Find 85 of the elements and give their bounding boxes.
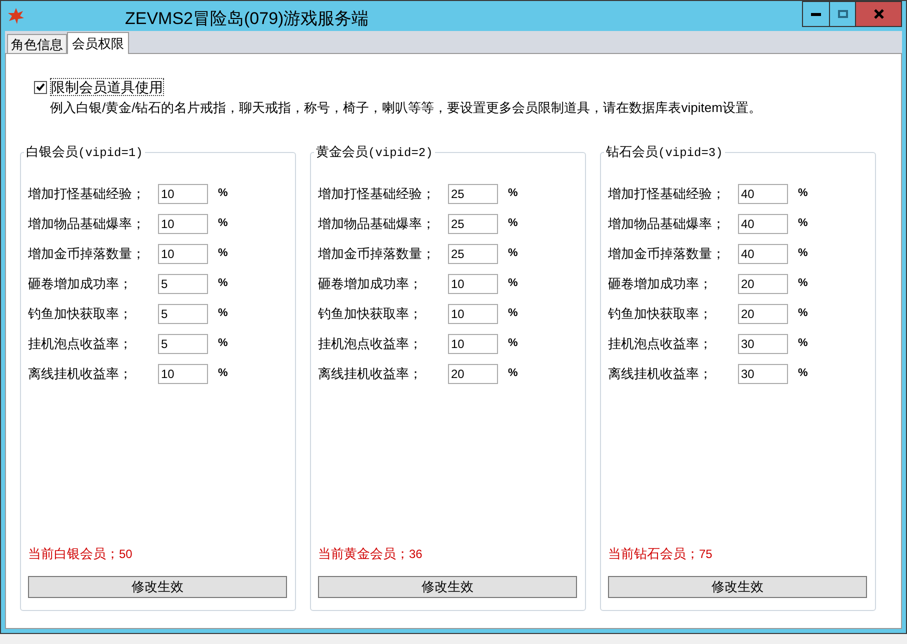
restrict-note: 例入白银/黄金/钻石的名片戒指，聊天戒指，称号，椅子，喇叭等等，要设置更多会员限制道具，请在数据库表vipitem设置。 <box>50 99 762 117</box>
input-field[interactable]: 25 <box>448 184 498 204</box>
apply-button[interactable]: 修改生效 <box>318 576 577 598</box>
field-label: 增加金币掉落数量； <box>608 244 726 263</box>
input-field[interactable]: 5 <box>158 334 208 354</box>
percent-label: % <box>508 306 518 322</box>
percent-label: % <box>218 366 228 382</box>
window-title: ZEVMS2冒险岛(079)游戏服务端 <box>125 8 369 30</box>
percent-label: % <box>218 276 228 292</box>
field-label: 离线挂机收益率； <box>608 364 713 383</box>
input-field[interactable]: 20 <box>738 274 788 294</box>
percent-label: % <box>218 246 228 262</box>
group-title: 钻石会员 <box>604 142 658 160</box>
percent-label: % <box>508 246 518 262</box>
group-title: 黄金会员 <box>314 142 368 160</box>
input-field[interactable]: 10 <box>158 184 208 204</box>
count-label: 当前黄金会员； <box>318 545 409 563</box>
percent-label: % <box>218 216 228 232</box>
percent-label: % <box>798 366 808 382</box>
apply-button[interactable]: 修改生效 <box>608 576 867 598</box>
input-field[interactable]: 10 <box>158 364 208 384</box>
percent-label: % <box>508 186 518 202</box>
field-label: 挂机泡点收益率； <box>608 334 713 353</box>
input-field[interactable]: 30 <box>738 364 788 384</box>
input-field[interactable]: 40 <box>738 244 788 264</box>
percent-label: % <box>798 186 808 202</box>
percent-label: % <box>508 216 518 232</box>
field-label: 增加物品基础爆率； <box>28 214 146 233</box>
percent-label: % <box>218 186 228 202</box>
field-label: 离线挂机收益率； <box>318 364 423 383</box>
input-field[interactable]: 5 <box>158 304 208 324</box>
count-value: 75 <box>699 546 712 563</box>
count-value: 36 <box>409 546 422 563</box>
percent-label: % <box>508 276 518 292</box>
group-title: 白银会员 <box>24 142 78 160</box>
input-field[interactable]: 10 <box>158 214 208 234</box>
input-field[interactable]: 30 <box>738 334 788 354</box>
input-field[interactable]: 5 <box>158 274 208 294</box>
field-label: 砸卷增加成功率； <box>318 274 423 293</box>
field-label: 砸卷增加成功率； <box>28 274 133 293</box>
field-label: 增加打怪基础经验； <box>608 184 726 203</box>
field-label: 增加物品基础爆率； <box>318 214 436 233</box>
field-label: 增加金币掉落数量； <box>28 244 146 263</box>
checkbox[interactable] <box>34 80 47 94</box>
field-label: 增加金币掉落数量； <box>318 244 436 263</box>
input-field[interactable]: 40 <box>738 184 788 204</box>
percent-label: % <box>798 276 808 292</box>
percent-label: % <box>798 216 808 232</box>
tab[interactable]: 会员权限 <box>67 32 129 54</box>
input-field[interactable]: 10 <box>448 274 498 294</box>
field-label: 挂机泡点收益率； <box>318 334 423 353</box>
percent-label: % <box>218 336 228 352</box>
percent-label: % <box>508 366 518 382</box>
field-label: 钓鱼加快获取率； <box>318 304 423 323</box>
check-icon <box>36 83 45 91</box>
percent-label: % <box>508 336 518 352</box>
checkbox-label[interactable]: 限制会员道具使用 <box>50 78 164 96</box>
input-field[interactable]: 10 <box>448 334 498 354</box>
count-label: 当前白银会员； <box>28 545 119 563</box>
field-label: 钓鱼加快获取率； <box>28 304 133 323</box>
tab[interactable]: 角色信息 <box>7 34 67 53</box>
input-field[interactable]: 40 <box>738 214 788 234</box>
input-field[interactable]: 25 <box>448 244 498 264</box>
close-button[interactable] <box>856 1 902 27</box>
field-label: 砸卷增加成功率； <box>608 274 713 293</box>
count-value: 50 <box>119 546 132 563</box>
input-field[interactable]: 20 <box>448 364 498 384</box>
field-label: 增加物品基础爆率； <box>608 214 726 233</box>
input-field[interactable]: 20 <box>738 304 788 324</box>
field-label: 钓鱼加快获取率； <box>608 304 713 323</box>
close-icon <box>874 9 884 19</box>
field-label: 增加打怪基础经验； <box>318 184 436 203</box>
percent-label: % <box>798 336 808 352</box>
field-label: 增加打怪基础经验； <box>28 184 146 203</box>
field-label: 离线挂机收益率； <box>28 364 133 383</box>
percent-label: % <box>218 306 228 322</box>
apply-button[interactable]: 修改生效 <box>28 576 287 598</box>
input-field[interactable]: 10 <box>158 244 208 264</box>
field-label: 挂机泡点收益率； <box>28 334 133 353</box>
percent-label: % <box>798 306 808 322</box>
minimize-button[interactable] <box>802 1 830 27</box>
percent-label: % <box>798 246 808 262</box>
input-field[interactable]: 10 <box>448 304 498 324</box>
input-field[interactable]: 25 <box>448 214 498 234</box>
count-label: 当前钻石会员； <box>608 545 699 563</box>
